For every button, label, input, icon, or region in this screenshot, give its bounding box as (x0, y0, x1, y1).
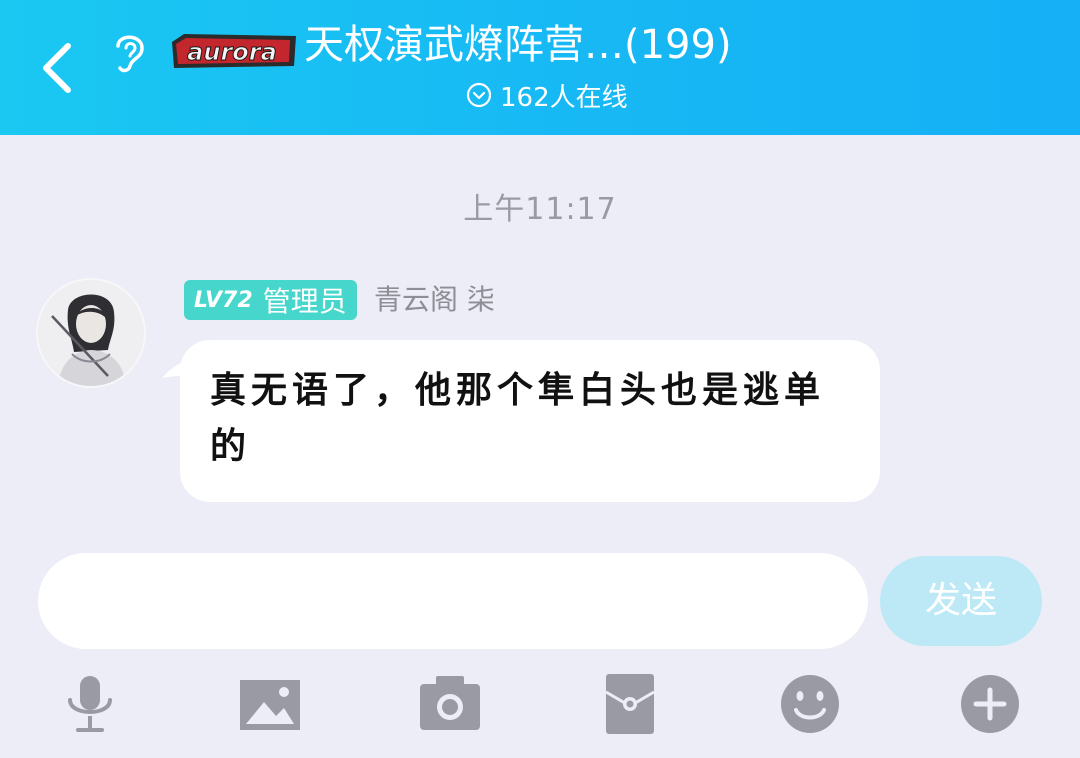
message-input[interactable] (38, 553, 868, 649)
online-count: 162人在线 (500, 82, 628, 113)
chevron-down-circle-icon (466, 82, 492, 108)
message-text: 真无语了，他那个隼白头也是逃单的 (210, 369, 826, 467)
chat-header: aurora 天权演武燎阵营…(199) 162人在线 (0, 0, 1080, 135)
role-text: 管理员 (262, 285, 347, 318)
image-icon[interactable] (238, 672, 302, 736)
svg-text:aurora: aurora (187, 38, 277, 66)
chevron-left-icon (43, 43, 71, 93)
red-packet-icon[interactable] (598, 672, 662, 736)
back-button[interactable] (28, 36, 88, 100)
level-badge: LV72 管理员 (184, 280, 357, 320)
group-logo: aurora (168, 30, 300, 72)
camera-icon[interactable] (418, 672, 482, 736)
ear-icon (116, 35, 144, 73)
ear-mode-button[interactable] (104, 26, 154, 76)
plus-icon[interactable] (958, 672, 1022, 736)
microphone-icon[interactable] (58, 672, 122, 736)
online-status[interactable]: 162人在线 (466, 78, 628, 113)
group-title[interactable]: 天权演武燎阵营…(199) (304, 18, 732, 72)
sender-name[interactable]: 青云阁 柒 (374, 280, 495, 320)
emoji-icon[interactable] (778, 672, 842, 736)
sender-avatar[interactable] (38, 280, 144, 386)
level-text: LV72 (194, 287, 253, 313)
message-timestamp: 上午11:17 (463, 192, 617, 227)
send-button[interactable]: 发送 (880, 556, 1042, 646)
